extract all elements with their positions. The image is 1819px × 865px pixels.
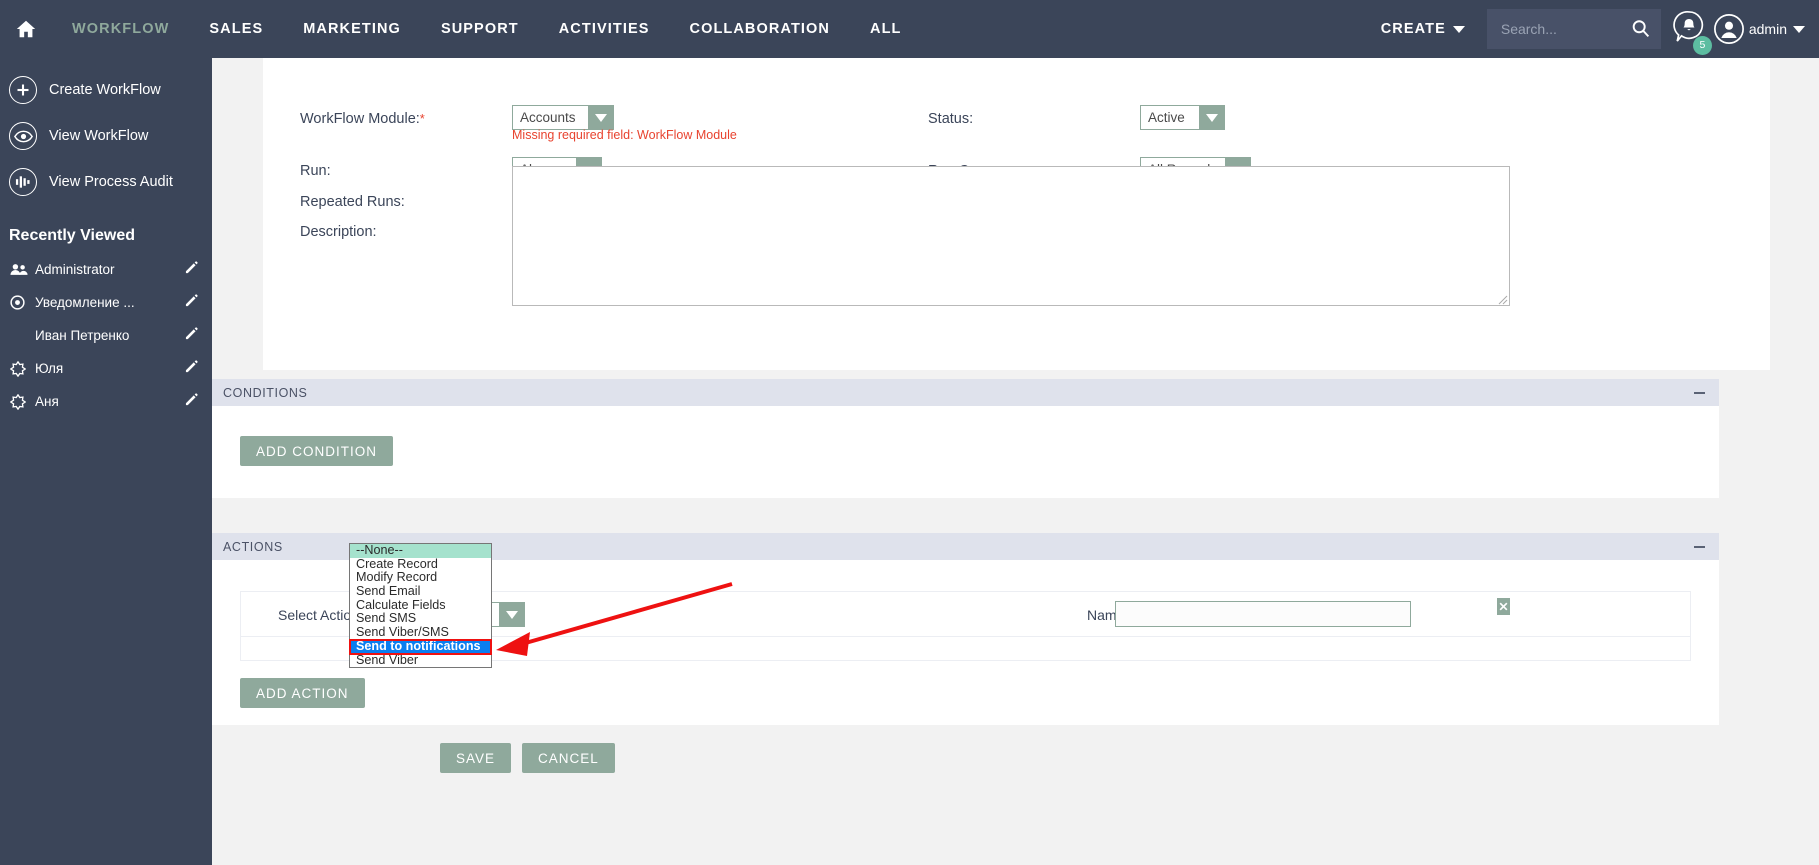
nav-item-marketing[interactable]: MARKETING [283, 21, 421, 37]
dropdown-option[interactable]: Send SMS [350, 612, 491, 626]
dropdown-option[interactable]: Calculate Fields [350, 598, 491, 613]
dropdown-option[interactable]: Send Viber [350, 653, 491, 668]
delete-action-button[interactable] [1497, 598, 1510, 615]
list-item[interactable]: Аня [0, 385, 212, 418]
nav-item-collaboration[interactable]: COLLABORATION [670, 21, 851, 37]
list-item-label: Иван Петренко [35, 328, 130, 343]
star-icon [10, 393, 32, 410]
top-navigation-bar: WORKFLOW SALES MARKETING SUPPORT ACTIVIT… [0, 0, 1819, 58]
close-icon [1499, 602, 1508, 611]
top-right-controls: CREATE 5 admin [1367, 0, 1819, 58]
user-avatar-icon [1713, 14, 1744, 44]
create-button-label: CREATE [1380, 21, 1446, 37]
description-label: Description: [300, 224, 377, 240]
edit-pencil-icon[interactable] [185, 326, 198, 345]
sidebar-item-view-process-audit[interactable]: View Process Audit [0, 159, 212, 205]
search-box[interactable] [1486, 9, 1661, 49]
sidebar-item-label: View Process Audit [49, 174, 173, 190]
eye-circle-icon [9, 122, 37, 150]
description-textarea[interactable] [512, 166, 1510, 306]
dropdown-option[interactable]: Send to notifications [349, 638, 492, 655]
form-footer-buttons: SAVE CANCEL [440, 743, 615, 773]
plus-circle-icon [9, 76, 37, 104]
sidebar-item-view-workflow[interactable]: View WorkFlow [0, 113, 212, 159]
status-select[interactable]: Active [1140, 105, 1225, 130]
add-action-button[interactable]: ADD ACTION [240, 678, 365, 708]
chevron-down-icon [1452, 25, 1465, 33]
save-button[interactable]: SAVE [440, 743, 512, 773]
nav-item-activities[interactable]: ACTIVITIES [539, 21, 670, 37]
repeated-runs-label: Repeated Runs: [300, 194, 405, 210]
edit-pencil-icon[interactable] [185, 392, 198, 411]
status-value: Active [1148, 110, 1185, 125]
list-item[interactable]: Иван Петренко [0, 319, 212, 352]
dropdown-option[interactable]: Create Record [350, 557, 491, 572]
dropdown-option[interactable]: Send Viber/SMS [350, 625, 491, 640]
status-label: Status: [928, 111, 974, 127]
edit-pencil-icon[interactable] [185, 260, 198, 279]
users-icon [10, 263, 32, 276]
star-icon [10, 360, 32, 377]
main-content: WorkFlow Module:* Accounts Missing requi… [212, 58, 1819, 865]
target-icon [10, 295, 32, 310]
list-item-label: Administrator [35, 262, 115, 277]
workflow-module-select[interactable]: Accounts [512, 105, 614, 130]
conditions-section-header: CONDITIONS [212, 379, 1719, 406]
edit-pencil-icon[interactable] [185, 359, 198, 378]
chevron-down-icon[interactable] [1199, 106, 1224, 129]
nav-item-sales[interactable]: SALES [189, 21, 283, 37]
create-button[interactable]: CREATE [1367, 21, 1479, 37]
list-item-label: Уведомление ... [35, 295, 135, 310]
workflow-module-label: WorkFlow Module:* [300, 111, 425, 127]
nav-item-workflow[interactable]: WORKFLOW [52, 21, 189, 37]
audit-circle-icon [9, 168, 37, 196]
notifications-button[interactable]: 5 [1673, 10, 1712, 55]
left-sidebar: Create WorkFlow View WorkFlow View Proce… [0, 58, 212, 865]
run-label: Run: [300, 163, 331, 179]
add-condition-button[interactable]: ADD CONDITION [240, 436, 393, 466]
dropdown-option[interactable]: --None-- [350, 543, 491, 558]
sidebar-item-label: View WorkFlow [49, 128, 149, 144]
chevron-down-icon[interactable] [499, 603, 524, 626]
list-item-label: Аня [35, 394, 59, 409]
user-name-label: admin [1748, 21, 1787, 37]
conditions-section-body: ADD CONDITION [212, 406, 1719, 498]
sidebar-item-label: Create WorkFlow [49, 82, 161, 98]
list-item-label: Юля [35, 361, 64, 376]
search-icon[interactable] [1630, 18, 1651, 44]
notification-badge: 5 [1692, 35, 1712, 55]
collapse-section-icon[interactable] [1694, 545, 1705, 548]
sidebar-item-create-workflow[interactable]: Create WorkFlow [0, 67, 212, 113]
collapse-section-icon[interactable] [1694, 391, 1705, 394]
name-input[interactable] [1115, 601, 1411, 627]
chevron-down-icon [1793, 25, 1805, 33]
actions-title: ACTIONS [223, 539, 283, 554]
dropdown-option[interactable]: Send Email [350, 584, 491, 599]
list-item[interactable]: Юля [0, 352, 212, 385]
list-item[interactable]: Administrator [0, 253, 212, 286]
workflow-module-error: Missing required field: WorkFlow Module [512, 128, 737, 142]
dropdown-option[interactable]: Modify Record [350, 571, 491, 585]
workflow-module-value: Accounts [520, 110, 576, 125]
required-asterisk: * [419, 111, 425, 126]
home-icon[interactable] [0, 18, 52, 40]
chevron-down-icon[interactable] [588, 106, 613, 129]
workflow-form-panel: WorkFlow Module:* Accounts Missing requi… [263, 58, 1770, 370]
nav-item-support[interactable]: SUPPORT [421, 21, 539, 37]
user-menu[interactable]: admin [1713, 13, 1805, 45]
cancel-button[interactable]: CANCEL [522, 743, 615, 773]
search-input[interactable] [1486, 10, 1617, 48]
select-action-options-list[interactable]: --None-- Create Record Modify Record Send E… [349, 543, 492, 669]
recently-viewed-heading: Recently Viewed [9, 227, 135, 244]
list-item[interactable]: Уведомление ... [0, 286, 212, 319]
nav-item-all[interactable]: ALL [850, 21, 922, 37]
edit-pencil-icon[interactable] [185, 293, 198, 312]
conditions-title: CONDITIONS [223, 385, 308, 400]
